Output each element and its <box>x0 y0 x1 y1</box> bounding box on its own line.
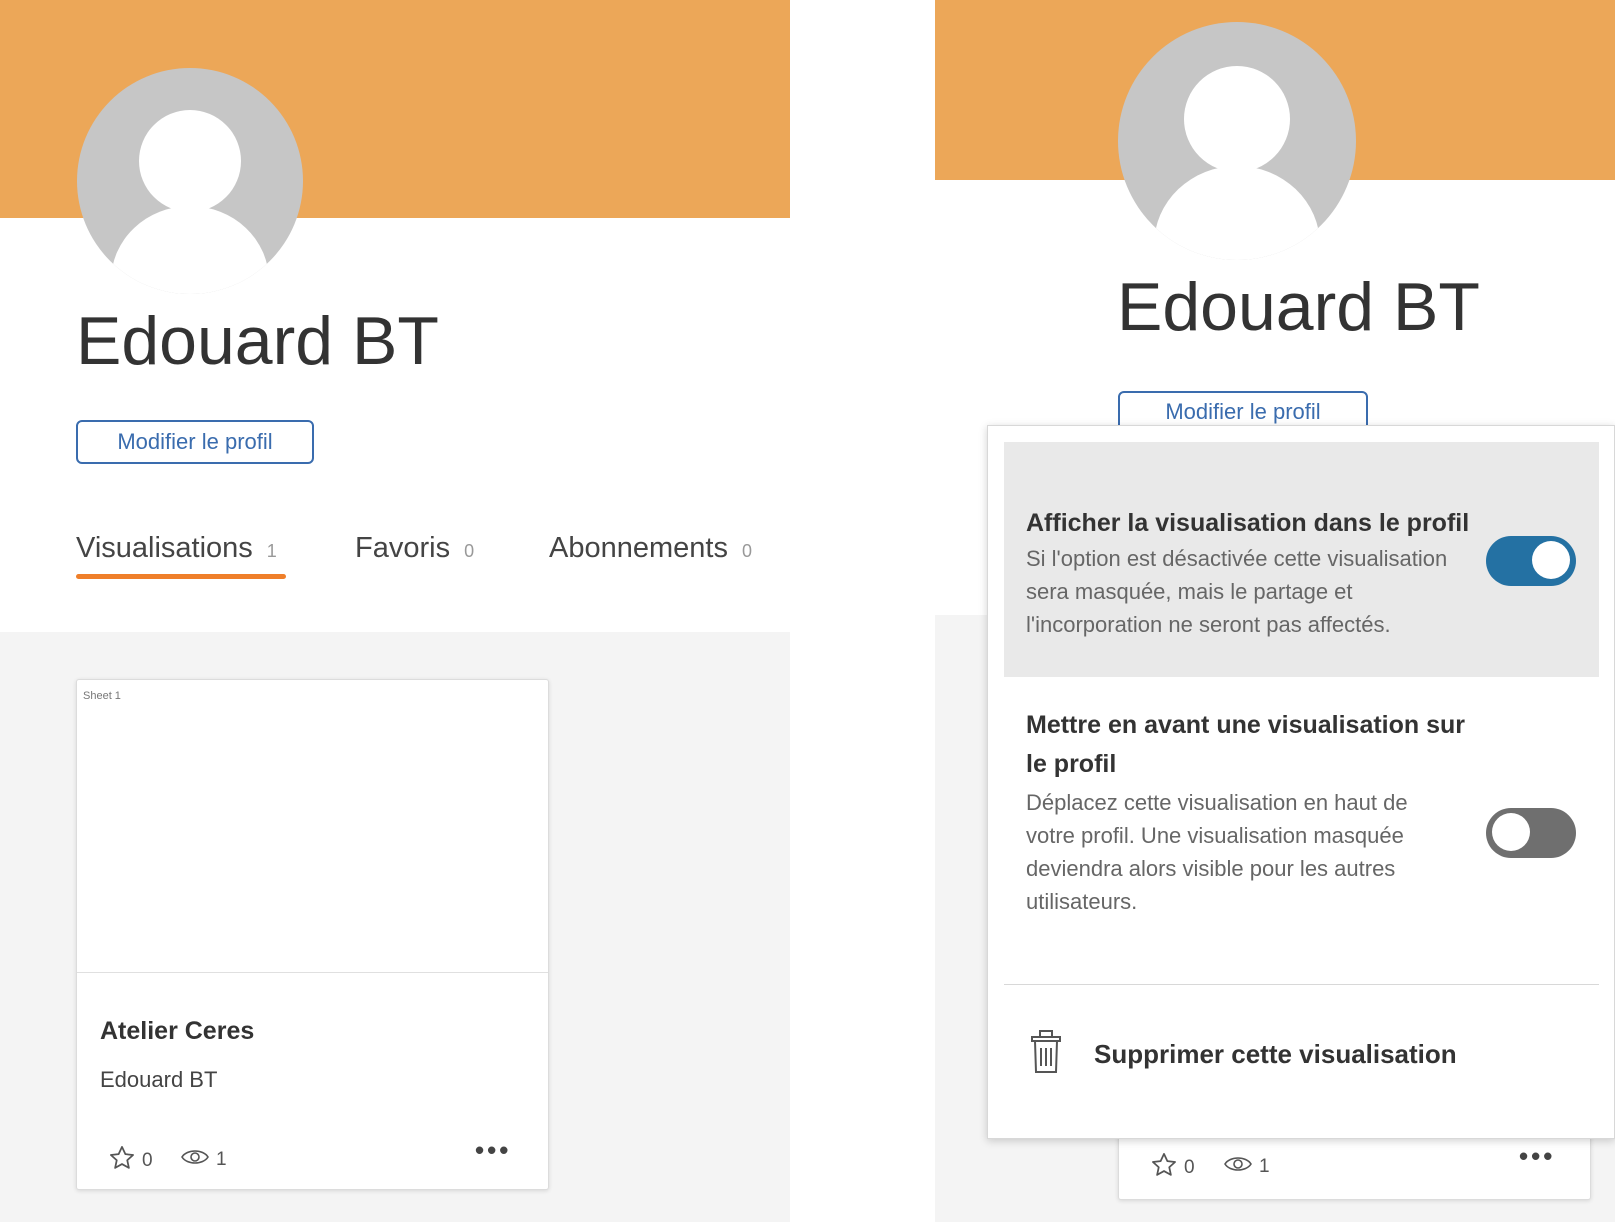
viz-options-menu: Afficher la visualisation dans le profil… <box>987 425 1615 1139</box>
profile-page-left: Edouard BT Modifier le profil Visualisat… <box>0 0 790 1222</box>
favorites-count: 0 <box>142 1150 153 1171</box>
eye-icon <box>1223 1153 1253 1181</box>
views-count: 1 <box>1259 1156 1270 1177</box>
user-avatar-icon <box>1118 22 1356 260</box>
favorites-stat[interactable]: 0 <box>1150 1151 1195 1185</box>
tab-abonnements[interactable]: Abonnements 0 <box>549 532 752 565</box>
tab-label: Visualisations <box>76 532 253 564</box>
views-stat: 1 <box>180 1146 227 1174</box>
favorites-stat[interactable]: 0 <box>108 1144 153 1178</box>
sheet-label: Sheet 1 <box>83 690 121 702</box>
star-icon <box>108 1144 136 1178</box>
user-avatar-icon <box>77 68 303 294</box>
favorites-count: 0 <box>1184 1157 1195 1178</box>
active-tab-indicator <box>76 574 286 579</box>
tab-label: Favoris <box>355 532 451 564</box>
more-icon[interactable]: ••• <box>475 1135 511 1166</box>
viz-card[interactable]: Sheet 1 Atelier Ceres Edouard BT 0 1 ••• <box>76 679 549 1190</box>
viz-thumbnail[interactable]: Sheet 1 <box>77 680 548 973</box>
option-title: Afficher la visualisation dans le profil <box>1026 509 1470 537</box>
show-in-profile-toggle[interactable] <box>1486 536 1576 586</box>
profile-page-right: Edouard BT Modifier le profil 0 1 ••• Af… <box>935 0 1615 1222</box>
more-icon[interactable]: ••• <box>1519 1141 1555 1172</box>
option-description: Si l'option est désactivée cette visuali… <box>1026 546 1448 637</box>
tab-count: 0 <box>741 541 752 561</box>
tab-label: Abonnements <box>549 532 728 564</box>
option-title: Mettre en avant une visualisation sur le… <box>1026 711 1466 778</box>
tab-count: 0 <box>464 541 475 561</box>
star-icon <box>1150 1151 1178 1185</box>
viz-author[interactable]: Edouard BT <box>100 1067 217 1093</box>
menu-divider <box>1004 984 1599 985</box>
delete-viz-button[interactable]: Supprimer cette visualisation <box>1028 1029 1457 1080</box>
profile-name: Edouard BT <box>76 303 439 379</box>
profile-name: Edouard BT <box>1117 269 1480 345</box>
trash-icon <box>1028 1029 1064 1080</box>
delete-viz-label: Supprimer cette visualisation <box>1094 1039 1457 1069</box>
views-stat: 1 <box>1223 1153 1270 1181</box>
eye-icon <box>180 1146 210 1174</box>
tab-favoris[interactable]: Favoris 0 <box>355 532 474 565</box>
tab-visualisations[interactable]: Visualisations 1 <box>76 532 277 565</box>
views-count: 1 <box>216 1149 227 1170</box>
menu-item-show-in-profile[interactable]: Afficher la visualisation dans le profil… <box>1004 442 1599 677</box>
viz-title[interactable]: Atelier Ceres <box>100 1017 254 1046</box>
option-description: Déplacez cette visualisation en haut de … <box>1026 790 1408 914</box>
edit-profile-button[interactable]: Modifier le profil <box>76 420 314 464</box>
tab-count: 1 <box>266 541 277 561</box>
feature-on-profile-toggle[interactable] <box>1486 808 1576 858</box>
